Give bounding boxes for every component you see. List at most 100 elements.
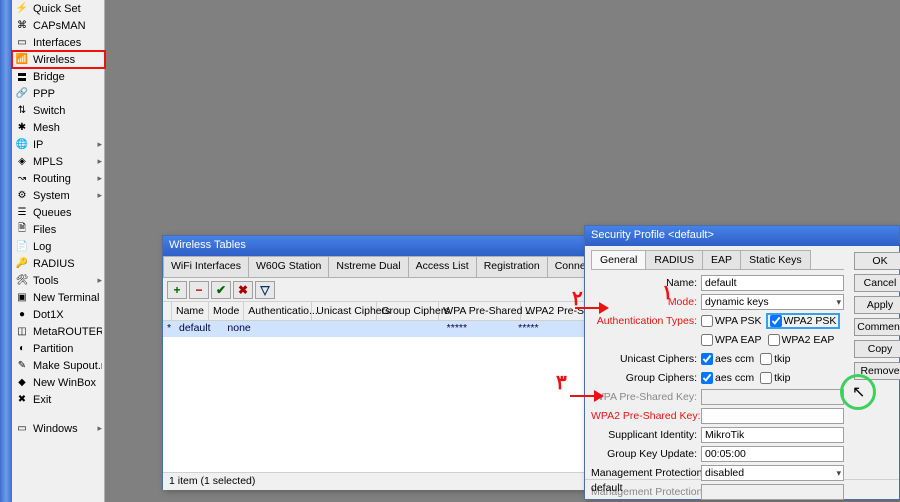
row-group	[388, 321, 442, 337]
check-unicast-tkip[interactable]: tkip	[760, 353, 790, 365]
column-header[interactable]: WPA Pre-Shared ...	[439, 302, 521, 320]
titlebar-security-profile[interactable]: Security Profile <default>	[585, 226, 899, 246]
tab-nstreme-dual[interactable]: Nstreme Dual	[328, 256, 408, 277]
windows-icon: ▭	[15, 422, 29, 436]
apply-button[interactable]: Apply	[854, 296, 900, 314]
grid-header: NameModeAuthenticatio...Unicast CiphersG…	[163, 302, 584, 321]
wpa2-psk-input[interactable]	[701, 408, 844, 424]
gku-input[interactable]	[701, 446, 844, 462]
row-unicast	[331, 321, 388, 337]
column-header[interactable]: Name	[172, 302, 209, 320]
label-group: Group Ciphers:	[591, 372, 701, 384]
column-header[interactable]: Authenticatio...	[244, 302, 312, 320]
sidebar-icon: 🗎	[15, 223, 29, 237]
tab-connect-list[interactable]: Connect List	[547, 256, 584, 277]
wpa-psk-input	[701, 389, 844, 405]
sidebar-item-dot1x[interactable]: ●Dot1X	[12, 306, 105, 323]
sidebar-item-mesh[interactable]: ✱Mesh	[12, 119, 105, 136]
sidebar-item-label: Interfaces	[33, 37, 102, 49]
ok-button[interactable]: OK	[854, 252, 900, 270]
supplicant-input[interactable]	[701, 427, 844, 443]
column-header[interactable]: Unicast Ciphers	[312, 302, 377, 320]
sidebar-item-make-supout-rif[interactable]: ✎Make Supout.rif	[12, 357, 105, 374]
security-profile-buttons: OK Cancel Apply Comment Copy Remove	[850, 246, 900, 479]
sidebar-item-new-winbox[interactable]: ◆New WinBox	[12, 374, 105, 391]
sidebar-item-queues[interactable]: ☰Queues	[12, 204, 105, 221]
sidebar-item-files[interactable]: 🗎Files	[12, 221, 105, 238]
sidebar-item-quick-set[interactable]: ⚡Quick Set	[12, 0, 105, 17]
sidebar-icon: ●	[15, 308, 29, 322]
sidebar-item-radius[interactable]: 🔑RADIUS	[12, 255, 105, 272]
sidebar-item-partition[interactable]: ◐Partition	[12, 340, 105, 357]
add-button[interactable]: +	[167, 281, 187, 299]
tab-wifi-interfaces[interactable]: WiFi Interfaces	[163, 256, 249, 277]
tab-radius[interactable]: RADIUS	[645, 250, 703, 269]
label-wpa2-psk: WPA2 Pre-Shared Key:	[591, 410, 701, 422]
check-group-tkip[interactable]: tkip	[760, 372, 790, 384]
name-input[interactable]	[701, 275, 844, 291]
sidebar-icon: 🌐	[15, 138, 29, 152]
sidebar-item-tools[interactable]: 🛠Tools▸	[12, 272, 105, 289]
check-wpa2-psk[interactable]: WPA2 PSK	[768, 315, 839, 327]
auth-types-group-2: WPA EAP WPA2 EAP	[701, 334, 844, 346]
tab-eap[interactable]: EAP	[702, 250, 741, 269]
sidebar-item-ip[interactable]: 🌐IP▸	[12, 136, 105, 153]
window-wireless-tables: Wireless Tables WiFi InterfacesW60G Stat…	[162, 235, 585, 490]
check-wpa-psk[interactable]: WPA PSK	[701, 315, 762, 327]
chevron-right-icon: ▸	[97, 173, 102, 184]
sidebar-item-log[interactable]: 📄Log	[12, 238, 105, 255]
sidebar-item-ppp[interactable]: 🔗PPP	[12, 85, 105, 102]
table-row[interactable]: * default none ***** *****	[163, 321, 584, 337]
column-header[interactable]: Group Ciphers	[377, 302, 439, 320]
disable-button[interactable]: ✖	[233, 281, 253, 299]
unicast-ciphers-group: aes ccm tkip	[701, 353, 844, 365]
sidebar-item-mpls[interactable]: ◈MPLS▸	[12, 153, 105, 170]
filter-button[interactable]: ▽	[255, 281, 275, 299]
check-wpa-eap[interactable]: WPA EAP	[701, 334, 762, 346]
tabbar-security-profile: GeneralRADIUSEAPStatic Keys	[591, 250, 844, 270]
check-unicast-aes[interactable]: aes ccm	[701, 353, 754, 365]
tab-registration[interactable]: Registration	[476, 256, 548, 277]
enable-button[interactable]: ✔	[211, 281, 231, 299]
sidebar-icon: ✖	[15, 393, 29, 407]
mp-combo[interactable]: disabled	[701, 465, 844, 481]
remove-button[interactable]: −	[189, 281, 209, 299]
sidebar-item-windows[interactable]: ▭Windows▸	[12, 420, 105, 437]
tab-w60g-station[interactable]: W60G Station	[248, 256, 329, 277]
tab-static-keys[interactable]: Static Keys	[740, 250, 811, 269]
sidebar-item-new-terminal[interactable]: ▣New Terminal	[12, 289, 105, 306]
sidebar-item-metarouter[interactable]: ◫MetaROUTER	[12, 323, 105, 340]
sidebar-item-interfaces[interactable]: ▭Interfaces	[12, 34, 105, 51]
column-header[interactable]: Mode	[209, 302, 244, 320]
sidebar-icon: 📶	[15, 53, 29, 67]
sidebar-item-switch[interactable]: ⇅Switch	[12, 102, 105, 119]
check-wpa2-eap[interactable]: WPA2 EAP	[768, 334, 835, 346]
mode-combo[interactable]: dynamic keys	[701, 294, 844, 310]
mp-value: disabled	[705, 467, 744, 479]
sidebar-item-system[interactable]: ⚙System▸	[12, 187, 105, 204]
label-wpa-psk: WPA Pre-Shared Key:	[591, 391, 701, 403]
sidebar: ⚡Quick Set⌘CAPsMAN▭Interfaces📶Wireless〓B…	[0, 0, 105, 502]
row-marker: *	[163, 321, 175, 337]
remove-button[interactable]: Remove	[854, 362, 900, 380]
column-header[interactable]: WPA2 Pre-Shared	[521, 302, 584, 320]
sidebar-icon: ⚡	[15, 2, 29, 16]
sidebar-item-capsman[interactable]: ⌘CAPsMAN	[12, 17, 105, 34]
window-security-profile: Security Profile <default> GeneralRADIUS…	[584, 225, 900, 500]
tab-general[interactable]: General	[591, 250, 646, 269]
titlebar-wireless-tables[interactable]: Wireless Tables	[163, 236, 584, 256]
sidebar-item-exit[interactable]: ✖Exit	[12, 391, 105, 408]
label-name: Name:	[591, 277, 701, 289]
sidebar-item-routing[interactable]: ↝Routing▸	[12, 170, 105, 187]
sidebar-item-label: CAPsMAN	[33, 20, 102, 32]
check-group-aes[interactable]: aes ccm	[701, 372, 754, 384]
copy-button[interactable]: Copy	[854, 340, 900, 358]
tab-access-list[interactable]: Access List	[408, 256, 477, 277]
sidebar-item-wireless[interactable]: 📶Wireless	[12, 51, 105, 68]
cancel-button[interactable]: Cancel	[854, 274, 900, 292]
column-header[interactable]	[163, 302, 172, 320]
chevron-right-icon: ▸	[97, 275, 102, 286]
sidebar-item-bridge[interactable]: 〓Bridge	[12, 68, 105, 85]
vertical-accent-bar	[0, 0, 12, 502]
comment-button[interactable]: Comment	[854, 318, 900, 336]
